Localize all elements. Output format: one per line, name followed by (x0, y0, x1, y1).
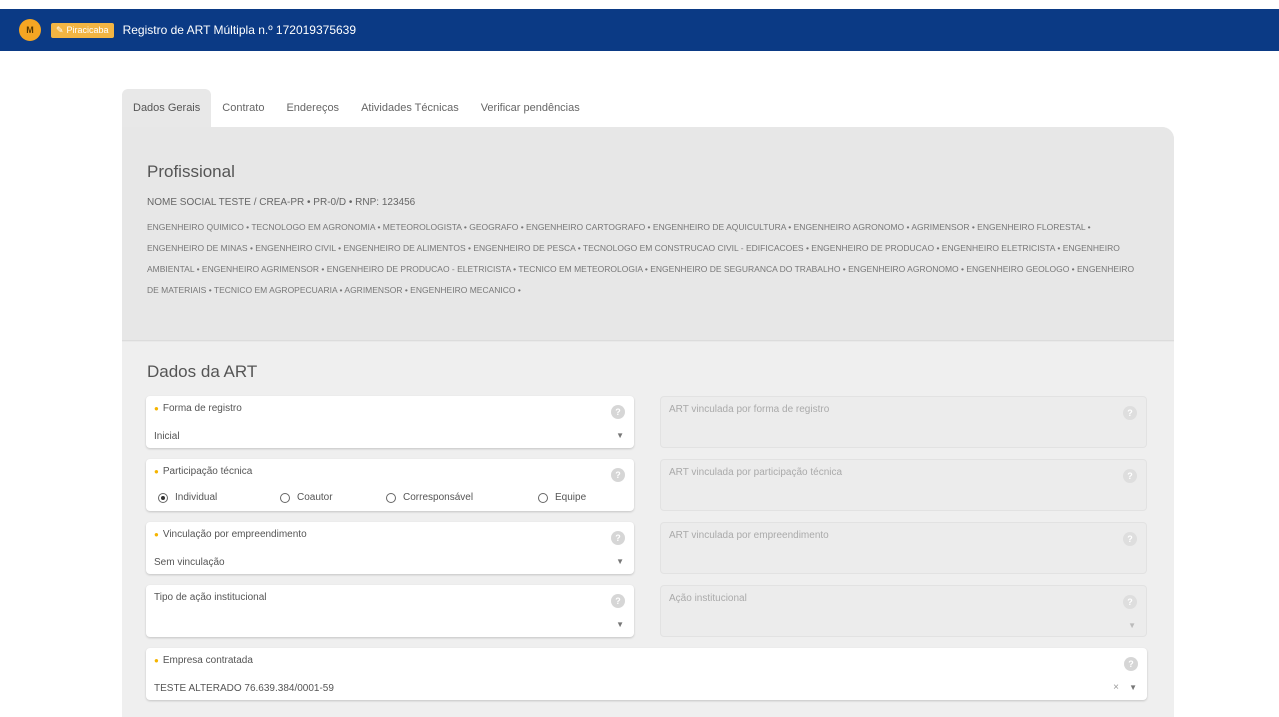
radio-unchecked-icon (538, 492, 548, 503)
dados-art-heading: Dados da ART (147, 362, 258, 381)
art-vinculada-empreendimento-label: ART vinculada por empreendimento (669, 530, 829, 541)
tipo-acao-institucional-select[interactable]: Tipo de ação institucional ? ▼ (146, 585, 634, 637)
profissional-heading: Profissional (147, 162, 235, 181)
app-logo[interactable]: M (19, 19, 41, 41)
participacao-radio-group: Individual Coautor Corresponsável Equipe (158, 492, 586, 503)
tab-dados-gerais[interactable]: Dados Gerais (122, 89, 212, 127)
profissional-section: Profissional NOME SOCIAL TESTE / CREA-PR… (122, 127, 1174, 341)
required-icon: ● (154, 467, 159, 476)
empresa-contratada-select[interactable]: ● Empresa contratada ? TESTE ALTERADO 76.… (146, 648, 1147, 700)
art-vinculada-participacao-label: ART vinculada por participação técnica (669, 467, 843, 478)
help-icon[interactable]: ? (611, 594, 625, 608)
radio-checked-icon (158, 492, 168, 503)
forma-registro-select[interactable]: ● Forma de registro ? Inicial ▼ (146, 396, 634, 448)
art-vinculada-participacao-field: ART vinculada por participação técnica ? (660, 459, 1147, 511)
help-icon[interactable]: ? (611, 468, 625, 482)
help-icon[interactable]: ? (1123, 532, 1137, 546)
help-icon[interactable]: ? (611, 531, 625, 545)
location-badge-label: Piracicaba (66, 25, 109, 35)
chevron-down-icon[interactable]: ▼ (1129, 683, 1137, 692)
chevron-down-icon: ▼ (1128, 621, 1136, 630)
participacao-tecnica-label: Participação técnica (162, 466, 253, 477)
art-vinculada-forma-field: ART vinculada por forma de registro ? (660, 396, 1147, 448)
location-badge[interactable]: ✎ Piracicaba (51, 22, 114, 38)
tipo-acao-label: Tipo de ação institucional (154, 592, 267, 603)
vinculacao-label: Vinculação por empreendimento (162, 529, 307, 540)
clear-icon[interactable]: × (1113, 682, 1119, 693)
profissional-name: NOME SOCIAL TESTE / CREA-PR • PR-0/D • R… (147, 197, 416, 208)
participacao-tecnica-group: ● Participação técnica ? Individual Coaut… (146, 459, 634, 511)
vinculacao-value: Sem vinculação (154, 557, 225, 568)
dados-art-section: Dados da ART ● Forma de registro ? Inicia… (122, 342, 1174, 717)
help-icon[interactable]: ? (1123, 595, 1137, 609)
tab-atividades-tecnicas[interactable]: Atividades Técnicas (350, 89, 470, 127)
vinculacao-empreendimento-select[interactable]: ● Vinculação por empreendimento ? Sem vin… (146, 522, 634, 574)
chevron-down-icon[interactable]: ▼ (616, 620, 624, 629)
help-icon[interactable]: ? (1123, 469, 1137, 483)
app-header: M ✎ Piracicaba Registro de ART Múltipla … (0, 9, 1279, 51)
tab-verificar-pendencias[interactable]: Verificar pendências (470, 89, 591, 127)
radio-coautor[interactable]: Coautor (280, 492, 386, 503)
art-vinculada-forma-label: ART vinculada por forma de registro (669, 404, 830, 415)
art-vinculada-empreendimento-field: ART vinculada por empreendimento ? (660, 522, 1147, 574)
help-icon[interactable]: ? (1123, 406, 1137, 420)
page-title: Registro de ART Múltipla n.º 17201937563… (122, 23, 357, 37)
forma-registro-label: Forma de registro (162, 403, 242, 414)
forma-registro-value: Inicial (154, 431, 180, 442)
required-icon: ● (154, 530, 159, 539)
radio-unchecked-icon (386, 492, 396, 503)
tab-enderecos[interactable]: Endereços (275, 89, 350, 127)
empresa-label: Empresa contratada (162, 655, 253, 666)
profissional-titles: ENGENHEIRO QUIMICO • TECNOLOGO EM AGRONO… (147, 222, 1135, 295)
required-icon: ● (154, 404, 159, 413)
help-icon[interactable]: ? (611, 405, 625, 419)
radio-corresponsavel[interactable]: Corresponsável (386, 492, 538, 503)
tab-contrato[interactable]: Contrato (211, 89, 275, 127)
radio-unchecked-icon (280, 492, 290, 503)
chevron-down-icon[interactable]: ▼ (616, 431, 624, 440)
radio-individual[interactable]: Individual (158, 492, 280, 503)
help-icon[interactable]: ? (1124, 657, 1138, 671)
main-panel: Profissional NOME SOCIAL TESTE / CREA-PR… (122, 127, 1174, 717)
empresa-value: TESTE ALTERADO 76.639.384/0001-59 (154, 683, 334, 694)
radio-equipe[interactable]: Equipe (538, 492, 586, 503)
pin-icon: ✎ (56, 24, 64, 35)
required-icon: ● (154, 656, 159, 665)
acao-institucional-select: Ação institucional ? ▼ (660, 585, 1147, 637)
tab-bar: Dados Gerais Contrato Endereços Atividad… (122, 89, 591, 127)
chevron-down-icon[interactable]: ▼ (616, 557, 624, 566)
acao-institucional-label: Ação institucional (669, 593, 747, 604)
